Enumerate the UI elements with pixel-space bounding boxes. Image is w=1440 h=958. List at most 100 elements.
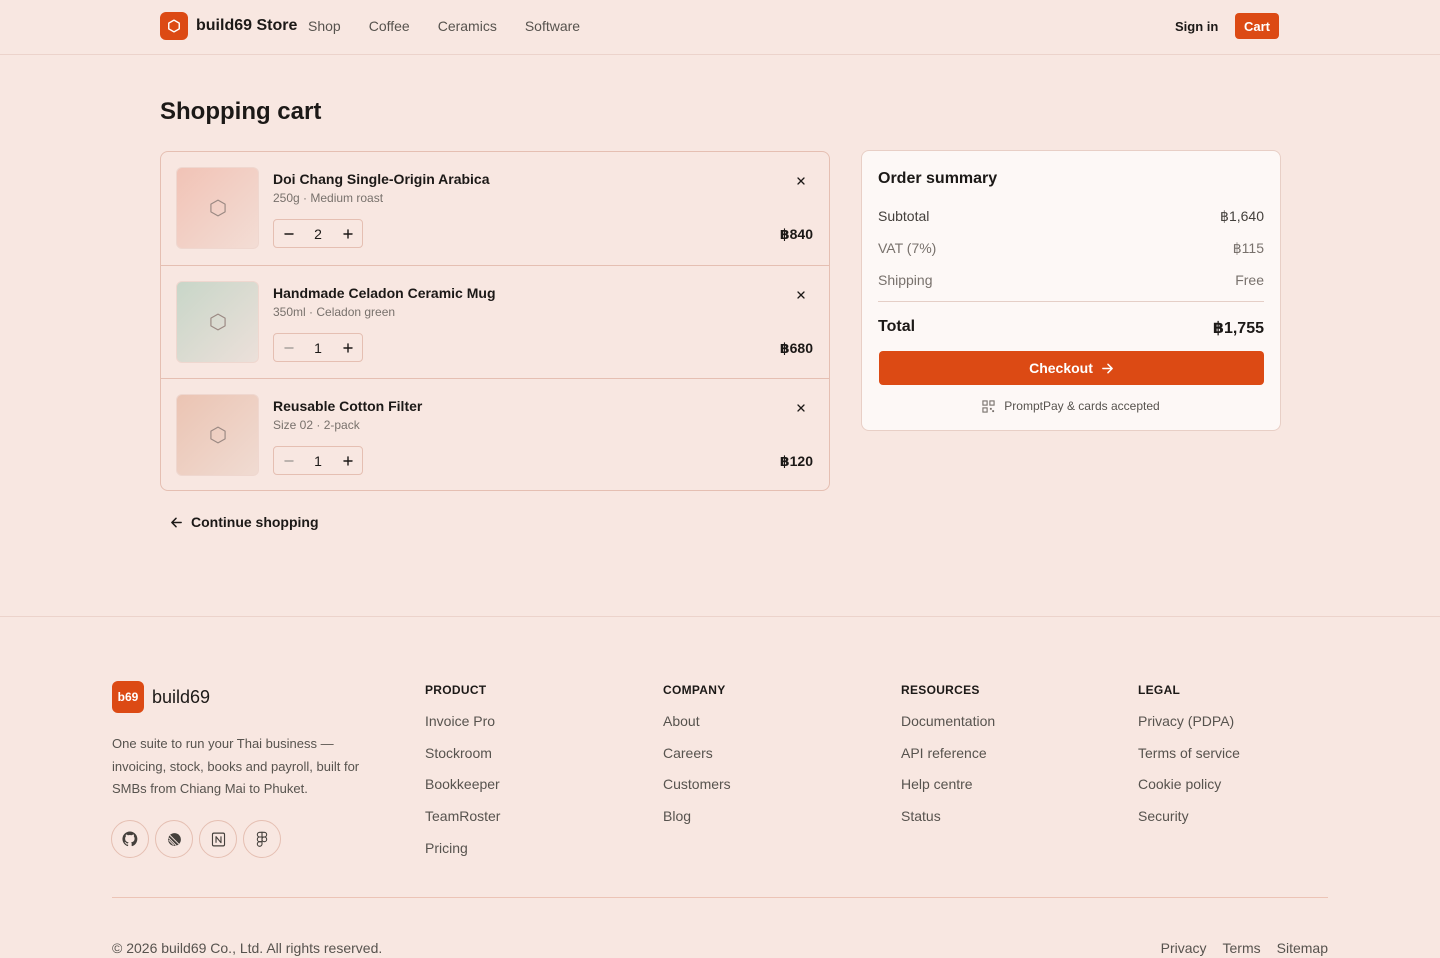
payment-note: PromptPay & cards accepted (862, 399, 1280, 413)
decrease-button[interactable] (274, 220, 303, 247)
item-meta: 250g · Medium roast (273, 191, 384, 205)
footer-link-privacy-pdpa[interactable]: Privacy (PDPA) (1138, 713, 1240, 745)
hexagon-logo-icon (160, 12, 188, 40)
shipping-label: Shipping (878, 272, 933, 288)
bottom-link-privacy[interactable]: Privacy (1161, 940, 1207, 956)
vat-value: ฿115 (1232, 240, 1264, 256)
continue-shopping-label: Continue shopping (191, 514, 319, 530)
footer-column-title: PRODUCT (425, 683, 487, 697)
footer-link-stockroom[interactable]: Stockroom (425, 745, 500, 777)
footer-bottom-links: Privacy Terms Sitemap (1161, 940, 1328, 956)
footer-divider (112, 897, 1328, 898)
remove-item-button[interactable] (794, 401, 808, 415)
footer-logo[interactable]: b69 build69 (112, 681, 210, 713)
summary-title: Order summary (878, 170, 998, 187)
quantity-stepper: 2 (273, 219, 363, 248)
payment-note-text: PromptPay & cards accepted (1004, 399, 1160, 413)
increase-button[interactable] (333, 447, 362, 474)
nav-software[interactable]: Software (525, 18, 580, 34)
item-name[interactable]: Reusable Cotton Filter (273, 398, 422, 414)
github-link[interactable] (111, 820, 149, 858)
footer-link-about[interactable]: About (663, 713, 731, 745)
product-thumbnail[interactable] (176, 167, 259, 249)
footer-link-pricing[interactable]: Pricing (425, 840, 500, 872)
decrease-button[interactable] (274, 334, 303, 361)
cart-item: Handmade Celadon Ceramic Mug 350ml · Cel… (161, 265, 829, 378)
minus-icon (283, 232, 294, 235)
linear-icon (167, 832, 181, 846)
subtotal-value: ฿1,640 (1220, 208, 1264, 224)
quantity-stepper: 1 (273, 333, 363, 362)
qr-code-icon (982, 399, 995, 413)
shipping-row: Shipping Free (878, 272, 1264, 288)
hexagon-icon (209, 313, 226, 331)
plus-icon (342, 342, 353, 353)
item-price: ฿680 (779, 340, 813, 356)
product-thumbnail[interactable] (176, 394, 259, 476)
footer-column-resources: RESOURCES Documentation API reference He… (901, 683, 995, 840)
footer-link-customers[interactable]: Customers (663, 776, 731, 808)
remove-item-button[interactable] (794, 174, 808, 188)
product-thumbnail[interactable] (176, 281, 259, 363)
quantity-value[interactable]: 1 (303, 340, 333, 356)
close-icon (797, 404, 805, 412)
increase-button[interactable] (333, 220, 362, 247)
checkout-button[interactable]: Checkout (879, 351, 1264, 385)
figma-link[interactable] (243, 820, 281, 858)
bottom-link-sitemap[interactable]: Sitemap (1277, 940, 1328, 956)
footer-description: One suite to run your Thai business — in… (112, 736, 360, 796)
footer-logo-badge: b69 (112, 681, 144, 713)
nav-ceramics[interactable]: Ceramics (438, 18, 497, 34)
sign-in-link[interactable]: Sign in (1175, 19, 1218, 34)
subtotal-label: Subtotal (878, 208, 930, 224)
footer-link-api-reference[interactable]: API reference (901, 745, 995, 777)
remove-item-button[interactable] (794, 288, 808, 302)
item-name[interactable]: Handmade Celadon Ceramic Mug (273, 285, 496, 301)
notion-icon (211, 832, 225, 846)
nav-shop[interactable]: Shop (308, 18, 341, 34)
footer-link-invoice-pro[interactable]: Invoice Pro (425, 713, 500, 745)
total-label: Total (878, 318, 916, 335)
cart-button[interactable]: Cart (1235, 13, 1279, 39)
footer-link-teamroster[interactable]: TeamRoster (425, 808, 500, 840)
bottom-link-terms[interactable]: Terms (1223, 940, 1261, 956)
footer-link-security[interactable]: Security (1138, 808, 1240, 840)
minus-icon (283, 346, 294, 349)
plus-icon (342, 455, 353, 466)
vat-row: VAT (7%) ฿115 (878, 240, 1264, 257)
subtotal-row: Subtotal ฿1,640 (878, 208, 1264, 225)
cart-item: Doi Chang Single-Origin Arabica 250g · M… (161, 152, 829, 265)
continue-shopping-link[interactable]: Continue shopping (170, 514, 319, 530)
decrease-button[interactable] (274, 447, 303, 474)
order-summary: Order summary Subtotal ฿1,640 VAT (7%) ฿… (861, 150, 1281, 431)
footer-link-terms-of-service[interactable]: Terms of service (1138, 745, 1240, 777)
footer-column-product: PRODUCT Invoice Pro Stockroom Bookkeeper… (425, 683, 500, 871)
quantity-value[interactable]: 1 (303, 453, 333, 469)
nav-coffee[interactable]: Coffee (369, 18, 410, 34)
footer-link-help-centre[interactable]: Help centre (901, 776, 995, 808)
arrow-left-icon (171, 517, 182, 527)
footer-brand: build69 (152, 686, 211, 707)
quantity-value[interactable]: 2 (303, 226, 333, 242)
close-icon (797, 291, 805, 299)
notion-link[interactable] (199, 820, 237, 858)
summary-divider (878, 301, 1264, 302)
increase-button[interactable] (333, 334, 362, 361)
footer-link-cookie-policy[interactable]: Cookie policy (1138, 776, 1240, 808)
footer-link-careers[interactable]: Careers (663, 745, 731, 777)
item-name[interactable]: Doi Chang Single-Origin Arabica (273, 171, 490, 187)
minus-icon (283, 459, 294, 462)
linear-link[interactable] (155, 820, 193, 858)
footer-link-documentation[interactable]: Documentation (901, 713, 995, 745)
checkout-label: Checkout (1029, 360, 1093, 376)
footer-link-blog[interactable]: Blog (663, 808, 731, 840)
item-meta: 350ml · Celadon green (273, 305, 396, 319)
close-icon (797, 177, 805, 185)
quantity-stepper: 1 (273, 446, 363, 475)
item-price: ฿840 (779, 226, 813, 242)
footer-link-status[interactable]: Status (901, 808, 995, 840)
vat-label: VAT (7%) (878, 240, 937, 256)
store-logo[interactable]: build69 Store (160, 12, 297, 40)
footer-link-bookkeeper[interactable]: Bookkeeper (425, 776, 500, 808)
main-nav: Shop Coffee Ceramics Software (308, 18, 608, 34)
